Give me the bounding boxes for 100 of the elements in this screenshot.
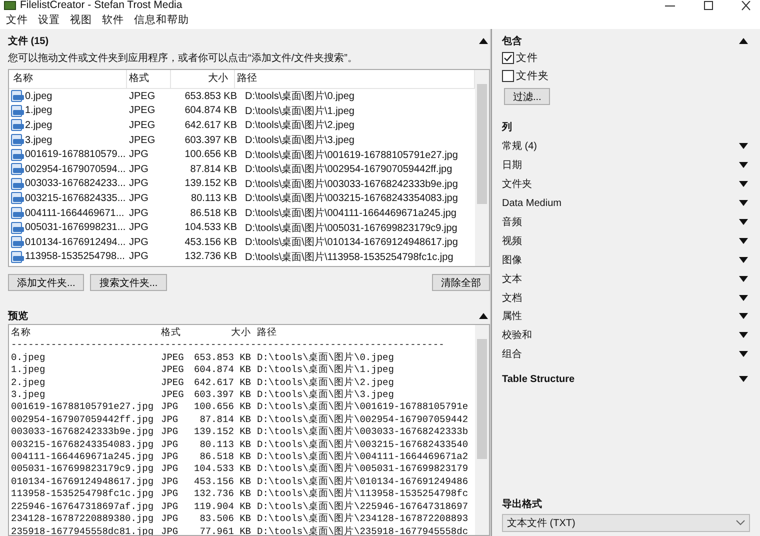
checkbox[interactable] [502,70,514,82]
preview-text: 119.904 KB [192,500,252,514]
expand-icon[interactable] [739,143,748,150]
table-cell-text: JPG [128,164,150,175]
app-icon [4,1,16,10]
preview-text: D:\tools\桌面\图片\225946-167647318697 [257,500,470,513]
preview-text: D:\tools\桌面\图片\235918-1677945558dc [257,526,470,535]
column-group[interactable]: 图像 [502,252,522,267]
preview-text: 77.961 KB [198,526,252,535]
table-cell-text: 100.656 KB [184,149,238,160]
column-group[interactable]: Data Medium [502,198,562,209]
column-group[interactable]: 文件夹 [502,177,532,192]
table-cell-text: D:\tools\桌面\图片\001619-16788105791e27.jpg [244,148,459,162]
table-cell-text: D:\tools\桌面\图片\3.jpeg [244,134,356,148]
expand-icon[interactable] [739,351,748,358]
table-cell-text: 603.397 KB [184,134,238,146]
section-title[interactable]: Table Structure [502,374,575,385]
export-label: 导出格式 [502,498,543,511]
scrollbar[interactable] [475,325,489,535]
hint-text: 您可以拖动文件或文件夹到应用程序，或者你可以点击“添加文件/文件夹搜索”。 [8,52,358,65]
filter-button[interactable]: 过滤... [504,88,550,105]
expand-icon[interactable] [739,332,748,338]
column-group[interactable]: 组合 [502,347,522,362]
table-cell-text: 604.874 KB [184,105,238,116]
preview-text: 100.656 KB [192,401,252,414]
add-button[interactable]: 搜索文件夹... [90,274,167,291]
preview-text: 名称 [11,327,32,340]
expand-icon[interactable] [739,181,748,188]
expand-icon[interactable] [739,256,748,263]
table-cell-text: D:\tools\桌面\图片\003033-16768242333b9e.jpg [244,178,459,191]
collapse-icon[interactable] [479,38,488,44]
column-header[interactable]: 名称 [9,70,127,88]
preview-text: D:\tools\桌面\图片\1.jpeg [257,364,395,377]
menu-item[interactable]: 软件 [102,13,124,27]
file-name: 3.jpeg [25,134,52,146]
expand-icon[interactable] [739,219,748,225]
menu-item[interactable]: 设置 [38,13,60,27]
column-header[interactable]: 格式 [127,70,171,88]
file-name: 010134-1676912494... [25,236,126,248]
preview-text: 2.jpeg [11,376,46,390]
checkbox-label: 文件 [516,51,538,65]
table-cell-text: D:\tools\桌面\图片\2.jpeg [244,118,356,132]
expand-icon[interactable] [739,313,748,320]
expand-icon[interactable] [739,162,748,168]
table-cell-text: JPEG [128,105,156,116]
table-cell-text: 104.533 KB [184,222,238,234]
column-group[interactable]: 文档 [502,290,522,305]
preview-text: 86.518 KB [198,451,252,464]
maximize-icon[interactable] [702,0,714,10]
image-file-icon [11,178,24,190]
expand-icon[interactable] [739,376,748,382]
preview-text: 大小 [230,327,252,340]
expand-icon[interactable] [739,238,748,244]
column-group[interactable]: 属性 [502,309,522,324]
collapse-icon[interactable] [479,313,488,319]
preview-text: JPG [161,463,180,476]
preview-text: JPEG [161,389,185,402]
scrollbar[interactable] [475,70,489,266]
expand-icon[interactable] [739,294,748,301]
table-cell-text: 653.853 KB [184,90,238,102]
preview-text: JPG [161,401,180,414]
column-group[interactable]: 音频 [502,215,522,229]
column-group[interactable]: 视频 [502,234,522,248]
image-file-icon [11,192,24,204]
preview-text: 路径 [257,327,278,340]
section-title: 列 [502,120,513,135]
column-header[interactable]: 大小 [171,70,235,88]
table-cell-text: JPG [128,192,150,204]
table-cell-text: 132.736 KB [184,251,238,262]
export-format-dropdown[interactable]: 文本文件 (TXT) [502,514,750,532]
preview-text: JPEG [161,364,185,377]
table-cell-text: JPG [128,208,150,219]
checkbox[interactable] [502,52,514,64]
preview-text: JPG [161,426,180,439]
column-group[interactable]: 校验和 [502,328,532,342]
table-cell-text: 453.156 KB [184,236,238,248]
clear-button[interactable]: 清除全部 [432,274,490,291]
table-cell-text: JPEG [128,90,156,102]
menu-item[interactable]: 视图 [70,13,92,27]
column-group[interactable]: 文本 [502,272,522,286]
column-group[interactable]: 常规 (4) [502,139,537,154]
add-button[interactable]: 添加文件夹... [8,274,84,291]
checkbox-label: 文件夹 [516,69,549,83]
image-file-icon [11,119,24,132]
image-file-icon [11,236,24,248]
preview-text: D:\tools\桌面\图片\3.jpeg [257,389,395,401]
menu-item[interactable]: 文件 [6,13,28,27]
image-file-icon [11,250,24,263]
close-icon[interactable] [740,0,752,10]
preview-text: 010134-16769124948617.jpg [11,476,155,488]
expand-icon[interactable] [739,200,748,206]
expand-icon[interactable] [739,276,748,282]
preview-text: D:\tools\桌面\图片\010134-167691249486 [257,476,470,488]
column-group[interactable]: 日期 [502,158,522,172]
menu-item[interactable]: 信息和帮助 [134,13,189,27]
preview-text: JPG [161,414,180,426]
table-cell-text: JPEG [128,120,156,131]
preview-text: D:\tools\桌面\图片\005031-167699823179 [257,463,470,476]
preview-text: JPG [161,476,180,488]
collapse-icon[interactable] [739,38,748,44]
